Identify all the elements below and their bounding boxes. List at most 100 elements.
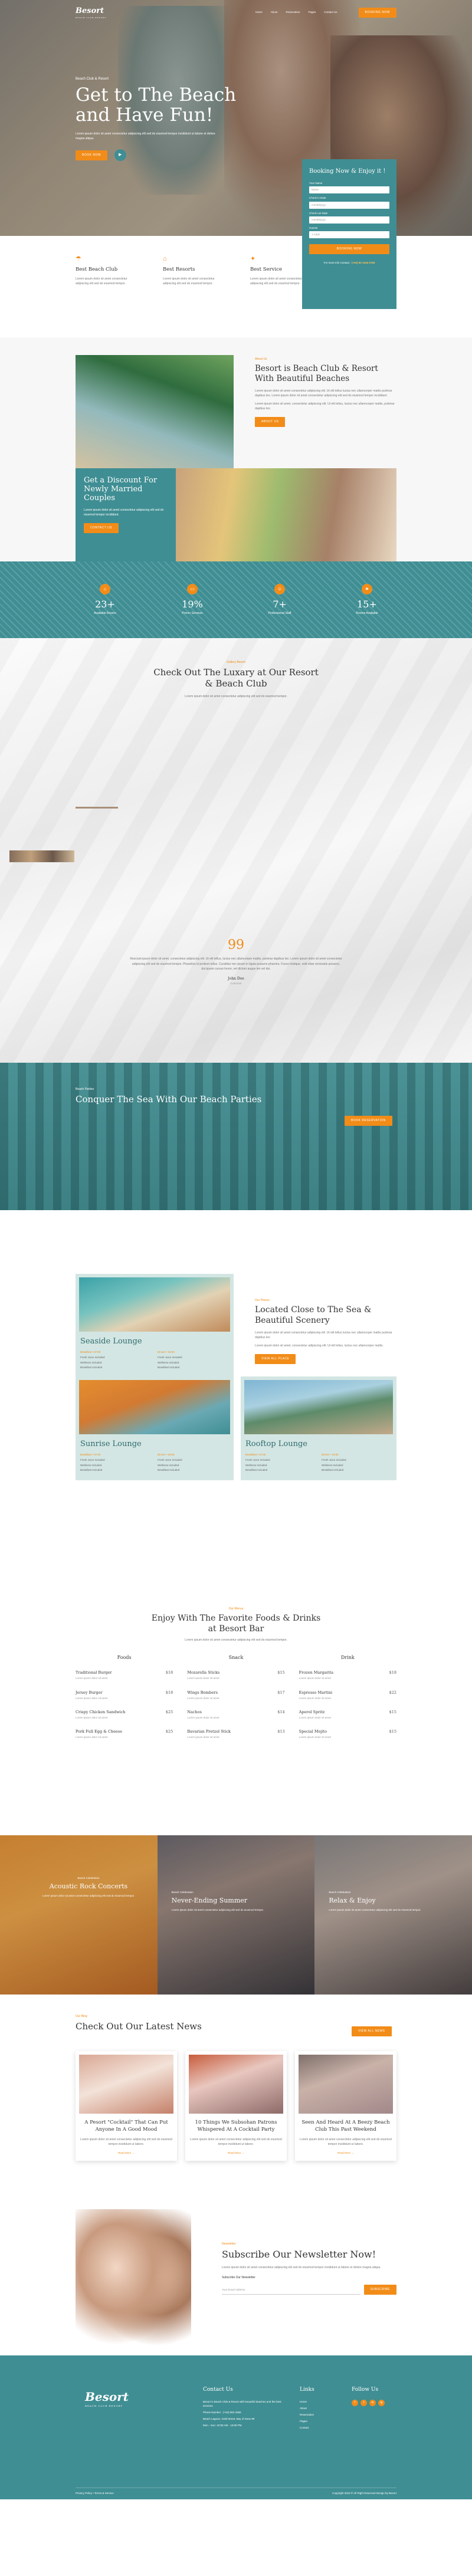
about-us-button[interactable]: ABOUT US [255, 416, 286, 427]
service-icon: ✦ [250, 255, 256, 262]
twitter-icon[interactable]: t [360, 2399, 367, 2406]
top-nav: Besort BEACH CLUB RESORT Home About Reser… [0, 0, 472, 25]
event-card[interactable]: Beach Celebration Never-Ending Summer Lo… [157, 1835, 315, 1995]
testimonial-text: Nesciunt ipsum dolor sit amet, consectet… [130, 957, 342, 971]
copyright: Copyright 2023 © All Right Reserved Desi… [332, 2492, 396, 2495]
menu-column-title: Snack [228, 1655, 244, 1660]
check-out-field[interactable]: mm/dd/yyyy [309, 216, 389, 224]
feature-card: ⌂ Best Resorts Lorem ipsum dolor sit ame… [163, 255, 228, 286]
footer-links: Links Home About Reservation Pages Conta… [300, 2386, 335, 2433]
footer-link[interactable]: Reservation [300, 2413, 335, 2417]
footer-link[interactable]: Home [300, 2400, 335, 2404]
lounge-card[interactable]: Seaside Lounge Breakfast • 07:00 Fresh Ju… [76, 1274, 234, 1378]
menu-kicker: Our Menus [228, 1607, 244, 1611]
footer-contact: Contact Us Besort is Beach Club & Resort… [203, 2387, 281, 2427]
nav-about[interactable]: About [271, 11, 278, 14]
event-kicker: Beach Celebration [77, 1877, 100, 1880]
book-reservation-button[interactable]: BOOK RESERVATION [345, 1116, 392, 1126]
newsletter-label: Subscribe Our Newsletter [222, 2276, 255, 2279]
about-kicker: About Us [255, 357, 267, 361]
gallery-image [9, 850, 74, 862]
event-card[interactable]: Beach Celebration Acoustic Rock Concerts… [0, 1835, 158, 1995]
gallery-text: Lorem ipsum dolor sit amet consectetur a… [185, 694, 287, 698]
gallery-kicker: Gallery Besort [227, 661, 245, 664]
menu-column-title: Drink [340, 1655, 355, 1660]
field-label: Guests [309, 226, 318, 229]
footer-policy-links[interactable]: Privacy Policy • Terms & Service [76, 2492, 114, 2495]
footer-link[interactable]: Pages [300, 2419, 335, 2423]
newsletter-section: Newsletter Subscribe Our Newsletter Now!… [0, 2201, 472, 2355]
newsletter-title: Subscribe Our Newsletter Now! [222, 2249, 376, 2260]
news-card-title[interactable]: Seen And Heard At A Beezy Beach Club Thi… [301, 2120, 391, 2134]
promo-title: Get a Discount For Newly Married Couples [84, 476, 158, 502]
feature-card: ☂ Best Beach Club Lorem ipsum dolor sit … [76, 255, 140, 286]
lounge-title: Seaside Lounge [80, 1337, 142, 1346]
menu-item: Frozen Margarita $18 [299, 1670, 396, 1675]
footer-logo[interactable]: Besort BEACH CLUB RESORT [85, 2388, 129, 2408]
booking-now-button[interactable]: BOOKING NOW [358, 7, 396, 18]
news-card-title[interactable]: 10 Things We Subsohan Patrons Whispered … [191, 2120, 281, 2134]
menu-item: Jersey Burger $18 [76, 1690, 173, 1695]
location-text: Lorem ipsum dolor sit amet, consectetur … [255, 1344, 384, 1348]
view-all-place-button[interactable]: VIEW ALL PLACE [255, 1354, 296, 1364]
news-kicker: Our Blog [76, 2015, 87, 2018]
event-card[interactable]: Beach Celebration Relax & Enjoy Lorem ip… [314, 1835, 472, 1995]
menu-item: Pork Full Egg & Cheese $25 [76, 1729, 173, 1734]
bed-icon: ▭ [187, 584, 198, 594]
subscribe-button[interactable]: SUBSCRIBE [363, 2285, 396, 2295]
gallery-section: Gallery Besort Check Out The Luxary at O… [0, 638, 472, 1063]
footer-link[interactable]: About [300, 2406, 335, 2410]
staff-icon: ☺ [274, 584, 285, 594]
instagram-icon[interactable]: ig [378, 2399, 385, 2406]
testimonial-role: Customer [230, 981, 242, 985]
news-card[interactable]: Seen And Heard At A Beezy Beach Club Thi… [295, 2051, 396, 2161]
email-input[interactable]: Your Email Address [222, 2285, 360, 2295]
lounge-title: Sunrise Lounge [80, 1440, 142, 1448]
news-card-text: Lorem ipsum dolor sit amet consectetur a… [80, 2137, 172, 2146]
read-more-link[interactable]: Read More → [299, 2151, 393, 2155]
resort-icon: ⌂ [163, 255, 167, 262]
booking-form: Booking Now & Enjoy it ! Your Name Name … [302, 159, 396, 309]
facebook-icon[interactable]: f [352, 2399, 358, 2406]
lounge-image [79, 1380, 230, 1434]
lounge-card[interactable]: Rooftop Lounge Breakfast • 07:00 Fresh Ju… [241, 1376, 396, 1481]
nav-pages[interactable]: Pages [309, 11, 316, 14]
news-card[interactable]: 10 Things We Subsohan Patrons Whispered … [185, 2051, 287, 2161]
news-card-title[interactable]: A Pesort "Cocktail" That Can Put Anyone … [81, 2120, 171, 2134]
linkedin-icon[interactable]: in [369, 2399, 376, 2406]
lounge-card[interactable]: Sunrise Lounge Breakfast • 07:00 Fresh Ju… [76, 1376, 234, 1481]
nav-contact[interactable]: Contact Us [324, 11, 337, 14]
booking-submit-button[interactable]: BOOKING NOW [309, 244, 389, 255]
hero-section: Besort BEACH CLUB RESORT Home About Reser… [0, 0, 472, 236]
logo[interactable]: Besort BEACH CLUB RESORT [76, 6, 106, 18]
menu-item: Bavarian Pretzel Stick $13 [187, 1729, 285, 1734]
feature-text: Lorem ipsum dolor sit amet consectetur a… [76, 277, 127, 285]
book-now-button[interactable]: BOOK NOW [76, 150, 108, 161]
beach-icon: ☂ [76, 255, 81, 262]
read-more-link[interactable]: Read More → [189, 2151, 283, 2155]
features-section: ☂ Best Beach Club Lorem ipsum dolor sit … [0, 236, 472, 337]
play-icon[interactable]: ▶ [114, 149, 126, 161]
cocktail-image [176, 468, 396, 564]
view-all-news-button[interactable]: VIEW ALL NEWS [352, 2026, 392, 2036]
about-text: Lorem ipsum dolor sit amet, consectetur … [255, 402, 395, 410]
nav-home[interactable]: Home [255, 11, 263, 14]
nav-reservation[interactable]: Reservation [286, 11, 300, 14]
contact-us-button[interactable]: CONTACT US [84, 523, 119, 533]
footer-link[interactable]: Contact [300, 2426, 335, 2430]
guests-field[interactable]: 1 Adult [309, 231, 389, 239]
newsletter-kicker: Newsletter [222, 2242, 236, 2246]
name-field[interactable]: Name [309, 186, 389, 194]
nav-links: Home About Reservation Pages Contact Us [255, 11, 337, 14]
events-section: Beach Celebration Acoustic Rock Concerts… [0, 1835, 472, 1995]
booking-title: Booking Now & Enjoy it ! [309, 168, 386, 175]
menu-section: Our Menus Enjoy With The Favorite Foods … [0, 1602, 472, 1835]
news-card[interactable]: A Pesort "Cocktail" That Can Put Anyone … [76, 2051, 177, 2161]
field-label: Your Name [309, 182, 323, 185]
event-title: Relax & Enjoy [329, 1897, 376, 1905]
lounge-image [244, 1380, 393, 1434]
check-in-field[interactable]: mm/dd/yyyy [309, 201, 389, 209]
location-kicker: Our Places [255, 1299, 270, 1302]
read-more-link[interactable]: Read More → [79, 2151, 173, 2155]
news-image [189, 2055, 283, 2114]
